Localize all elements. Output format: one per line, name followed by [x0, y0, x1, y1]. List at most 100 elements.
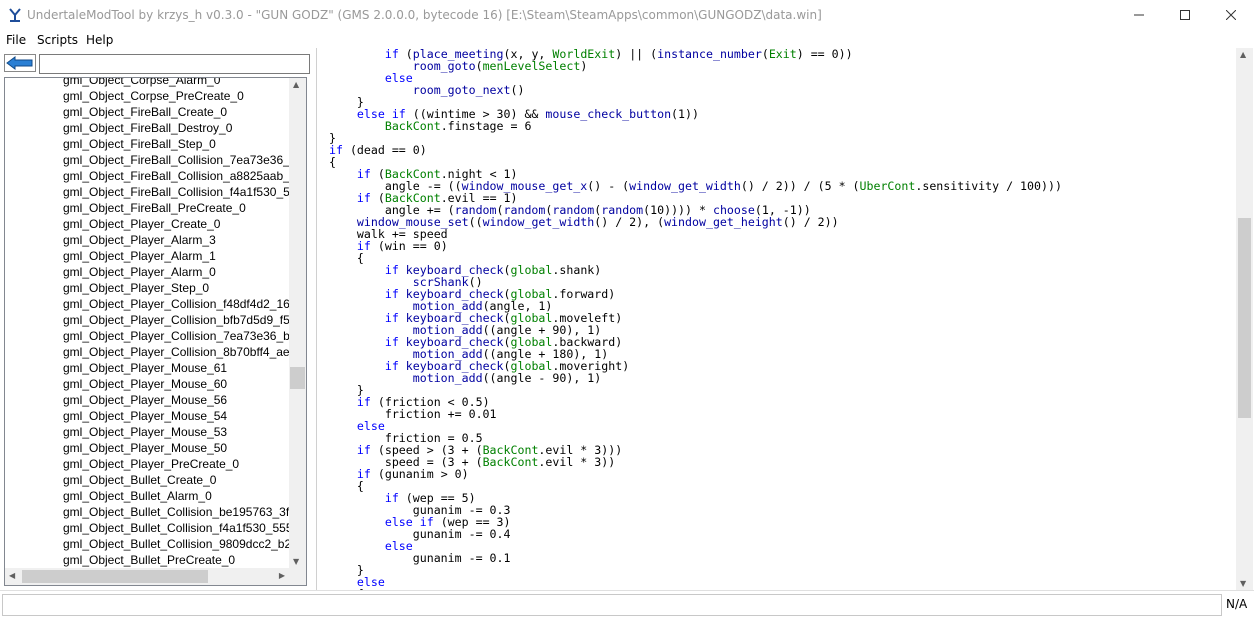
tree-item[interactable]: gml_Object_FireBall_Collision_f4a1f530_5…	[5, 184, 295, 200]
tree-item[interactable]: gml_Object_Bullet_Collision_be195763_3f4	[5, 504, 295, 520]
code-line: BackCont.finstage = 6	[329, 119, 532, 133]
code-token: BackCont	[384, 119, 441, 133]
code-token: (1))	[671, 107, 699, 121]
tree-item[interactable]: gml_Object_Player_Alarm_3	[5, 232, 295, 248]
tree-item[interactable]: gml_Object_Player_Alarm_1	[5, 248, 295, 264]
code-token: () / 2), (	[594, 215, 665, 229]
code-token: mouse_check_button	[545, 107, 672, 121]
code-token: .sensitivity / 100)))	[915, 179, 1062, 193]
code-token: .finstage = 6	[440, 119, 532, 133]
code-token: global	[510, 263, 553, 277]
code-token: () / 2))	[782, 215, 839, 229]
code-token: ((	[468, 215, 483, 229]
tree-item[interactable]: gml_Object_Player_Mouse_50	[5, 440, 295, 456]
code-token: () / 2)) / (5 * (	[740, 179, 860, 193]
tree-item[interactable]: gml_Object_Player_PreCreate_0	[5, 456, 295, 472]
code-token: ((angle - 90), 1)	[482, 371, 602, 385]
code-editor[interactable]: if (place_meeting(x, y, WorldExit) || (i…	[316, 48, 1238, 590]
code-scroll-up-icon[interactable]: ▲	[1240, 50, 1246, 59]
tree-item[interactable]: gml_Object_Player_Mouse_54	[5, 408, 295, 424]
scroll-right-icon[interactable]: ▶	[279, 571, 285, 580]
code-token: (win == 0)	[370, 239, 448, 253]
code-token: (	[475, 59, 483, 73]
tree-item[interactable]: gml_Object_Bullet_PreCreate_0	[5, 552, 295, 568]
tree-vertical-scroll-thumb[interactable]	[290, 367, 305, 389]
tree-item[interactable]: gml_Object_FireBall_PreCreate_0	[5, 200, 295, 216]
scroll-down-icon[interactable]: ▼	[293, 557, 299, 566]
tree-item[interactable]: gml_Object_Corpse_Alarm_0	[5, 78, 295, 88]
tree-item[interactable]: gml_Object_Corpse_PreCreate_0	[5, 88, 295, 104]
asset-tree: gml_Object_Corpse_Alarm_0 gml_Object_Corp…	[4, 77, 307, 586]
app-icon	[9, 8, 21, 22]
tree-item[interactable]: gml_Object_Player_Collision_f48df4d2_169	[5, 296, 295, 312]
tree-item[interactable]: gml_Object_Player_Step_0	[5, 280, 295, 296]
window-title: UndertaleModTool by krzys_h v0.3.0 - "GU…	[27, 8, 822, 22]
tree-item[interactable]: gml_Object_Player_Mouse_56	[5, 392, 295, 408]
code-token: (dead == 0)	[342, 143, 427, 157]
tree-item[interactable]: gml_Object_Bullet_Collision_f4a1f530_555…	[5, 520, 295, 536]
tree-item[interactable]: gml_Object_FireBall_Destroy_0	[5, 120, 295, 136]
status-text: N/A	[1226, 597, 1248, 611]
tree-item[interactable]: gml_Object_Player_Alarm_0	[5, 264, 295, 280]
tree-item[interactable]: gml_Object_Player_Create_0	[5, 216, 295, 232]
scroll-corner	[289, 568, 306, 585]
code-token: .forward)	[552, 287, 616, 301]
code-vertical-scroll-thumb[interactable]	[1238, 218, 1251, 418]
code-token: BackCont	[482, 455, 539, 469]
decompiled-code[interactable]: if (place_meeting(x, y, WorldExit) || (i…	[329, 48, 1062, 590]
tree-vertical-scrollbar[interactable]: ▲ ▼	[289, 78, 306, 568]
tree-item[interactable]: gml_Object_Bullet_Alarm_0	[5, 488, 295, 504]
tree-item[interactable]: gml_Object_FireBall_Collision_a8825aab_2…	[5, 168, 295, 184]
scroll-up-icon[interactable]: ▲	[293, 80, 299, 89]
close-icon	[1226, 10, 1236, 20]
tree-item[interactable]: gml_Object_FireBall_Collision_7ea73e36_b…	[5, 152, 295, 168]
code-token: instance_number	[657, 48, 762, 61]
code-line: if (dead == 0)	[329, 143, 427, 157]
scroll-left-icon[interactable]: ◀	[9, 571, 15, 580]
tree-item[interactable]: gml_Object_Bullet_Create_0	[5, 472, 295, 488]
tree-horizontal-scrollbar[interactable]: ◀ ▶	[5, 568, 289, 585]
code-vertical-scrollbar[interactable]: ▲ ▼	[1236, 48, 1253, 590]
code-token: .evil * 3))	[538, 455, 616, 469]
tree-item[interactable]: gml_Object_Player_Mouse_61	[5, 360, 295, 376]
code-token: menLevelSelect	[482, 59, 581, 73]
code-token: (	[761, 48, 769, 61]
toolstrip	[0, 50, 316, 74]
minimize-button[interactable]	[1116, 0, 1162, 30]
status-bar: N/A	[0, 590, 1254, 617]
tree-horizontal-scroll-thumb[interactable]	[22, 570, 208, 583]
tree-item[interactable]: gml_Object_FireBall_Create_0	[5, 104, 295, 120]
back-arrow-icon	[6, 56, 33, 70]
maximize-button[interactable]	[1162, 0, 1208, 30]
search-input[interactable]	[39, 54, 310, 74]
tree-item[interactable]: gml_Object_Player_Collision_8b70bff4_ae7	[5, 344, 295, 360]
code-token: )	[580, 59, 588, 73]
tree-item[interactable]: gml_Object_Player_Collision_bfb7d5d9_f58	[5, 312, 295, 328]
tree-item[interactable]: gml_Object_Player_Collision_7ea73e36_bc5	[5, 328, 295, 344]
menu-bar: File Scripts Help	[0, 30, 1254, 50]
close-button[interactable]	[1208, 0, 1254, 30]
command-input[interactable]	[2, 594, 1222, 616]
menu-help[interactable]: Help	[86, 33, 113, 47]
tree-item[interactable]: gml_Object_Player_Mouse_60	[5, 376, 295, 392]
code-token: ) == 0))	[796, 48, 853, 61]
menu-scripts[interactable]: Scripts	[37, 33, 78, 47]
code-token: (gunanim > 0)	[370, 467, 469, 481]
code-token: motion_add	[412, 371, 483, 385]
code-token: () - (	[587, 179, 630, 193]
code-token: UberCont	[859, 179, 916, 193]
tree-item[interactable]: gml_Object_Bullet_Collision_9809dcc2_b2e	[5, 536, 295, 552]
maximize-icon	[1180, 10, 1190, 20]
code-line: motion_add((angle - 90), 1)	[329, 371, 601, 385]
code-token: .shank)	[552, 263, 602, 277]
code-token: window_get_width	[482, 215, 595, 229]
tree-item[interactable]: gml_Object_Player_Mouse_53	[5, 424, 295, 440]
code-token: ()	[510, 83, 525, 97]
code-token: room_goto_next	[412, 83, 511, 97]
back-button[interactable]	[4, 54, 36, 72]
tree-item[interactable]: gml_Object_FireBall_Step_0	[5, 136, 295, 152]
code-scroll-down-icon[interactable]: ▼	[1240, 579, 1246, 588]
code-token: Exit	[768, 48, 797, 61]
menu-file[interactable]: File	[6, 33, 26, 47]
